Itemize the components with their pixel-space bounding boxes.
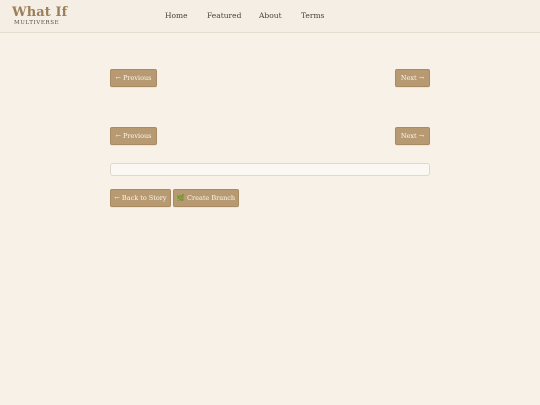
brand-logo[interactable]: What If MULTIVERSE [12, 6, 67, 27]
brand-title: What If [12, 5, 68, 20]
site-header: What If MULTIVERSE Home Featured About T… [0, 0, 540, 33]
brand-subtitle: MULTIVERSE [14, 20, 60, 26]
nav-home-link[interactable]: Home [165, 11, 188, 21]
previous-button-bottom[interactable]: ← Previous [110, 127, 157, 145]
text-input[interactable] [110, 163, 430, 176]
nav-featured-link[interactable]: Featured [207, 11, 241, 21]
create-branch-button[interactable]: 🌿 Create Branch [173, 189, 239, 207]
back-to-story-button[interactable]: ← Back to Story [110, 189, 171, 207]
next-button-bottom[interactable]: Next → [395, 127, 430, 145]
nav-terms-link[interactable]: Terms [301, 11, 324, 21]
nav-about-link[interactable]: About [259, 11, 282, 21]
previous-button-top[interactable]: ← Previous [110, 69, 157, 87]
next-button-top[interactable]: Next → [395, 69, 430, 87]
